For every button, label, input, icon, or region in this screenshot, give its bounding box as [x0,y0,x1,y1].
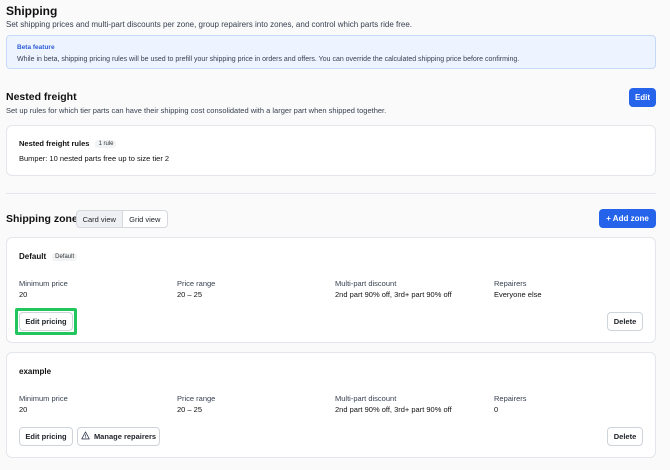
edit-pricing-button[interactable]: Edit pricing [19,427,73,446]
delete-zone-button[interactable]: Delete [607,312,643,331]
nested-rule-text: Bumper: 10 nested parts free up to size … [19,154,170,163]
discount-label: Multi-part discount [335,394,397,403]
price-range-value: 20 – 25 [177,290,203,299]
min-price-value: 20 [19,290,28,299]
nested-freight-card: Nested freight rules 1 rule Bumper: 10 n… [6,125,656,176]
price-range-label: Price range [177,394,216,403]
beta-banner-text: While in beta, shipping pricing rules wi… [17,56,520,63]
add-zone-button[interactable]: + Add zone [599,209,656,228]
discount-value: 2nd part 90% off, 3rd+ part 90% off [335,405,452,414]
view-toggle: Card view Grid view [76,210,168,228]
price-range-label: Price range [177,279,216,288]
repairers-label: Repairers [494,394,527,403]
min-price-label: Minimum price [19,394,68,403]
beta-banner-title: Beta feature [17,44,55,51]
manage-repairers-button[interactable]: Manage repairers [77,427,160,446]
nested-freight-title: Nested freight [6,91,77,103]
discount-value: 2nd part 90% off, 3rd+ part 90% off [335,290,452,299]
rule-count-badge: 1 rule [95,139,117,148]
zone-name: Default [19,252,47,261]
zone-card-example: example Minimum price 20 Price range 20 … [6,352,656,458]
shipping-zones-title: Shipping zones [6,213,84,225]
min-price-value: 20 [19,405,28,414]
nested-freight-edit-button[interactable]: Edit [629,88,656,107]
page-title: Shipping [6,4,58,18]
manage-repairers-label: Manage repairers [93,432,157,441]
beta-banner: Beta feature While in beta, shipping pri… [6,35,656,69]
min-price-label: Minimum price [19,279,68,288]
repairers-value: 0 [494,405,499,414]
repairers-value: Everyone else [494,290,542,299]
nested-freight-description: Set up rules for which tier parts can ha… [6,106,387,115]
warning-icon [81,431,90,442]
grid-view-tab[interactable]: Grid view [121,211,168,227]
page-subtitle: Set shipping prices and multi-part disco… [6,20,412,29]
nested-rules-title: Nested freight rules [19,139,90,148]
discount-label: Multi-part discount [335,279,397,288]
default-badge: Default [52,252,78,261]
zone-card-default: Default Default Minimum price 20 Price r… [6,237,656,343]
price-range-value: 20 – 25 [177,405,203,414]
edit-pricing-button[interactable]: Edit pricing [19,312,73,331]
delete-zone-button[interactable]: Delete [607,427,643,446]
zone-name: example [19,367,52,376]
card-view-tab[interactable]: Card view [77,211,122,227]
section-divider [6,193,656,194]
repairers-label: Repairers [494,279,527,288]
